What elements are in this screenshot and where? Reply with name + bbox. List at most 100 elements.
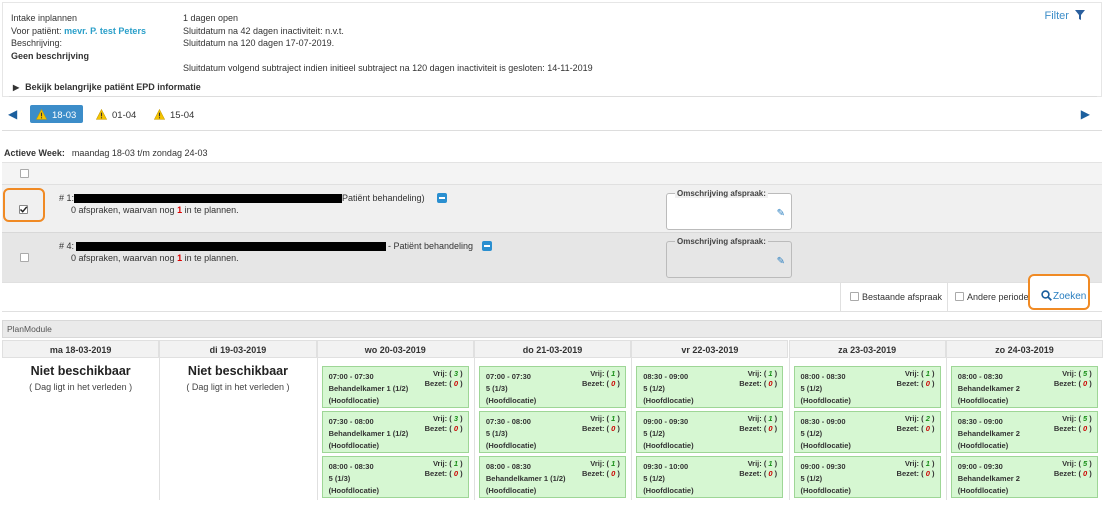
andere-periode-option[interactable]: Andere periode xyxy=(955,292,1029,302)
slot-availability: Vrij: ( 1 ) Bezet: ( 0 ) xyxy=(424,459,463,478)
slot-availability: Vrij: ( 5 ) Bezet: ( 0 ) xyxy=(1053,369,1092,388)
row-checkbox[interactable] xyxy=(19,205,28,214)
week-tab-1[interactable]: 18-03 xyxy=(30,105,84,123)
slot-room: 5 (1/2) xyxy=(643,474,665,483)
row-checkbox[interactable] xyxy=(20,253,29,262)
time-slot[interactable]: 09:00 - 09:30 Behandelkamer 2 (Hoofdlocati… xyxy=(950,456,1098,498)
slot-room: Behandelkamer 1 (1/2) xyxy=(328,384,409,393)
slot-location: (Hoofdlocatie) xyxy=(328,396,380,405)
slot-time: 08:00 - 08:30 xyxy=(328,462,374,471)
filter-button[interactable]: Filter xyxy=(1044,10,1085,22)
omschrijving-field[interactable]: Omschrijving afspraak: ✎ xyxy=(666,237,792,278)
time-slot[interactable]: 07:30 - 08:00 Behandelkamer 1 (1/2) (Hoofd… xyxy=(321,411,469,453)
slot-location: (Hoofdlocatie) xyxy=(957,441,1009,450)
sluitdatum-120: Sluitdatum na 120 dagen 17-07-2019. xyxy=(183,38,335,48)
time-slot[interactable]: 08:00 - 08:30 5 (1/2) (Hoofdlocatie) Vrij: … xyxy=(793,366,941,408)
slot-vrij: 1 xyxy=(768,369,773,378)
slot-vrij: 5 xyxy=(1083,414,1088,423)
slot-location: (Hoofdlocatie) xyxy=(643,486,694,495)
bestaande-afspraak-option[interactable]: Bestaande afspraak xyxy=(850,292,942,302)
slot-room: 5 (1/2) xyxy=(800,429,823,438)
prev-week-arrow-icon[interactable]: ◀ xyxy=(8,107,17,121)
day-header: do 21-03-2019 xyxy=(473,340,632,358)
column-divider xyxy=(788,340,790,500)
time-slot[interactable]: 08:00 - 08:30 Behandelkamer 1 (1/2) (Hoofd… xyxy=(478,456,626,498)
patient-label: Voor patiënt: xyxy=(11,25,62,36)
time-slot[interactable]: 08:00 - 08:30 Behandelkamer 2 (Hoofdlocati… xyxy=(950,366,1098,408)
time-slot[interactable]: 08:00 - 08:30 5 (1/3) (Hoofdlocatie) Vrij: … xyxy=(321,456,469,498)
slot-availability: Vrij: ( 5 ) Bezet: ( 0 ) xyxy=(1053,459,1092,478)
verleden-note: ( Dag ligt in het verleden ) xyxy=(29,382,133,392)
sluitdatum-42: Sluitdatum na 42 dagen inactiviteit: n.v… xyxy=(183,25,344,36)
slot-location: (Hoofdlocatie) xyxy=(485,441,537,450)
select-all-checkbox[interactable] xyxy=(20,169,29,178)
slot-bezet: 0 xyxy=(925,469,930,478)
slot-bezet: 0 xyxy=(1083,469,1088,478)
time-slot[interactable]: 09:30 - 10:00 5 (1/2) (Hoofdlocatie) Vrij: … xyxy=(636,456,784,498)
slot-location: (Hoofdlocatie) xyxy=(485,396,537,405)
filter-label: Filter xyxy=(1044,10,1069,22)
verleden-note: ( Dag ligt in het verleden ) xyxy=(186,382,290,392)
pencil-icon[interactable]: ✎ xyxy=(777,256,785,267)
slot-vrij: 1 xyxy=(925,369,930,378)
week-tab-3[interactable]: 15-04 xyxy=(148,105,201,123)
slot-time: 09:30 - 10:00 xyxy=(643,462,689,471)
slot-room: Behandelkamer 2 xyxy=(957,429,1020,438)
epd-info-link[interactable]: ▶ Bekijk belangrijke patiënt EPD informat… xyxy=(13,82,201,92)
week-tab-2[interactable]: 01-04 xyxy=(90,105,143,123)
slot-time: 08:00 - 08:30 xyxy=(957,372,1003,381)
redacted-text xyxy=(74,194,342,203)
slot-room: Behandelkamer 2 xyxy=(957,384,1020,393)
slot-time: 07:30 - 08:00 xyxy=(328,417,374,426)
list-item: # 1: Patiënt behandeling) 0 afspraken, w… xyxy=(2,184,1102,232)
slot-vrij: 3 xyxy=(453,369,458,378)
next-week-arrow-icon[interactable]: ▶ xyxy=(1081,107,1090,121)
time-slot[interactable]: 09:00 - 09:30 5 (1/2) (Hoofdlocatie) Vrij: … xyxy=(793,456,941,498)
collapse-icon[interactable] xyxy=(437,193,447,203)
niet-beschikbaar: Niet beschikbaar xyxy=(187,364,288,378)
caret-right-icon: ▶ xyxy=(13,83,20,92)
time-slot[interactable]: 08:30 - 09:00 5 (1/2) (Hoofdlocatie) Vrij: … xyxy=(636,366,784,408)
slot-bezet: 0 xyxy=(453,379,458,388)
slot-location: (Hoofdlocatie) xyxy=(328,486,380,495)
slot-bezet: 0 xyxy=(925,424,930,433)
time-slot[interactable]: 09:00 - 09:30 5 (1/2) (Hoofdlocatie) Vrij: … xyxy=(636,411,784,453)
day-header: za 23-03-2019 xyxy=(788,340,946,358)
time-slot[interactable]: 08:30 - 09:00 Behandelkamer 2 (Hoofdlocati… xyxy=(950,411,1098,453)
slot-location: (Hoofdlocatie) xyxy=(485,486,537,495)
slot-vrij: 1 xyxy=(925,459,930,468)
slot-location: (Hoofdlocatie) xyxy=(800,486,851,495)
pencil-icon[interactable]: ✎ xyxy=(777,208,785,219)
warning-icon xyxy=(36,109,47,120)
slot-room: 5 (1/2) xyxy=(800,474,823,483)
row-title-suffix: - Patiënt behandeling xyxy=(388,241,474,251)
slot-time: 07:30 - 08:00 xyxy=(485,417,531,426)
collapse-icon[interactable] xyxy=(482,241,492,251)
slot-vrij: 1 xyxy=(768,414,773,423)
slot-availability: Vrij: ( 1 ) Bezet: ( 0 ) xyxy=(739,414,778,433)
time-slot[interactable]: 07:00 - 07:30 5 (1/3) (Hoofdlocatie) Vrij: … xyxy=(478,366,626,408)
column-divider xyxy=(631,340,633,500)
day-header: ma 18-03-2019 xyxy=(2,340,160,358)
slot-availability: Vrij: ( 2 ) Bezet: ( 0 ) xyxy=(896,414,935,433)
slot-room: 5 (1/3) xyxy=(328,474,351,483)
zoeken-button[interactable]: Zoeken xyxy=(1041,290,1086,302)
slot-room: 5 (1/2) xyxy=(800,384,823,393)
andere-checkbox[interactable] xyxy=(955,292,964,301)
header-patient-info: Intake inplannen Voor patiënt: mevr. P. … xyxy=(11,12,146,62)
slot-time: 08:00 - 08:30 xyxy=(800,372,846,381)
slot-availability: Vrij: ( 1 ) Bezet: ( 0 ) xyxy=(581,369,620,388)
column-divider xyxy=(945,340,947,500)
slot-bezet: 0 xyxy=(768,379,773,388)
time-slot[interactable]: 07:30 - 08:00 5 (1/3) (Hoofdlocatie) Vrij: … xyxy=(478,411,626,453)
row-prefix: # 1: xyxy=(59,193,75,203)
active-week-label: Actieve Week: xyxy=(4,148,65,158)
time-slot[interactable]: 07:00 - 07:30 Behandelkamer 1 (1/2) (Hoofd… xyxy=(321,366,469,408)
patient-name[interactable]: mevr. P. test Peters xyxy=(64,26,146,36)
divider xyxy=(9,96,1097,97)
bestaande-checkbox[interactable] xyxy=(850,292,859,301)
time-slot[interactable]: 08:30 - 09:00 5 (1/2) (Hoofdlocatie) Vrij: … xyxy=(793,411,941,453)
day-header: zo 24-03-2019 xyxy=(945,340,1104,358)
slot-time: 08:00 - 08:30 xyxy=(485,462,531,471)
omschrijving-field[interactable]: Omschrijving afspraak: ✎ xyxy=(666,189,792,230)
